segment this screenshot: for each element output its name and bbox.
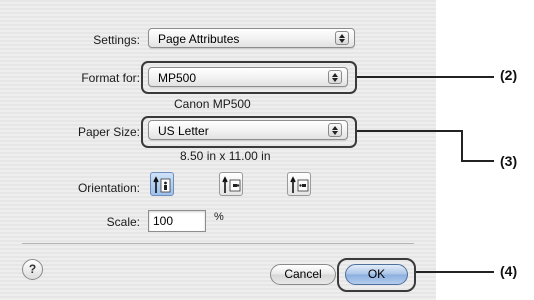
callout-line-4 bbox=[416, 271, 494, 273]
callout-label-4: (4) bbox=[500, 263, 518, 279]
callout-line-3b bbox=[461, 130, 463, 161]
callout-line-3c bbox=[461, 160, 494, 162]
popup-arrows-icon bbox=[328, 123, 342, 137]
callout-label-3: (3) bbox=[500, 153, 518, 169]
orientation-landscape-button[interactable] bbox=[219, 172, 243, 196]
settings-value: Page Attributes bbox=[158, 32, 240, 46]
scale-input[interactable]: 100 bbox=[148, 210, 206, 232]
ok-button[interactable]: OK bbox=[345, 264, 408, 285]
paper-dimensions: 8.50 in x 11.00 in bbox=[180, 149, 271, 163]
landscape-icon bbox=[222, 176, 241, 193]
settings-popup[interactable]: Page Attributes bbox=[148, 28, 355, 48]
paper-size-label: Paper Size: bbox=[77, 125, 140, 139]
paper-size-popup[interactable]: US Letter bbox=[148, 120, 348, 140]
cancel-button[interactable]: Cancel bbox=[270, 264, 336, 285]
format-for-label: Format for: bbox=[81, 71, 140, 85]
popup-arrows-icon bbox=[328, 70, 342, 84]
orientation-label: Orientation: bbox=[77, 181, 140, 195]
portrait-icon bbox=[153, 176, 171, 193]
callout-line-3a bbox=[357, 130, 463, 132]
page-setup-dialog: Settings: Page Attributes Format for: MP… bbox=[0, 0, 436, 300]
scale-label: Scale: bbox=[106, 215, 140, 229]
format-for-value: MP500 bbox=[158, 71, 197, 85]
callout-label-2: (2) bbox=[500, 67, 518, 83]
callout-line-2 bbox=[357, 76, 494, 78]
orientation-portrait-button[interactable] bbox=[150, 172, 174, 196]
settings-label: Settings: bbox=[93, 33, 140, 47]
help-button[interactable]: ? bbox=[22, 259, 43, 280]
orientation-landscape-reversed-button[interactable] bbox=[287, 172, 311, 196]
popup-arrows-icon bbox=[335, 31, 349, 45]
format-for-popup[interactable]: MP500 bbox=[148, 67, 348, 87]
landscape-reversed-icon bbox=[290, 176, 309, 193]
paper-size-value: US Letter bbox=[158, 124, 209, 138]
scale-unit: % bbox=[214, 211, 224, 223]
divider bbox=[22, 243, 414, 244]
printer-name: Canon MP500 bbox=[174, 97, 251, 111]
